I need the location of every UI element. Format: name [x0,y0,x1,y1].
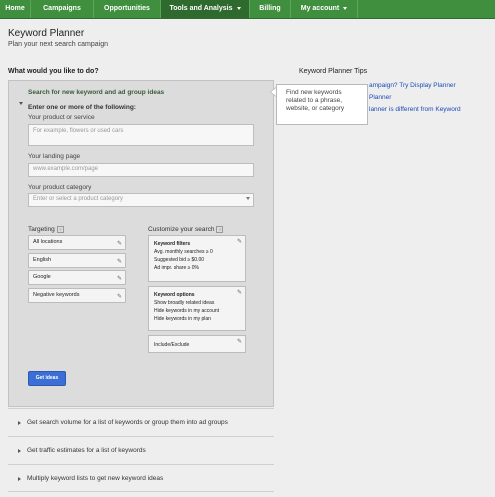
tab-label: Home [5,5,25,12]
customize-label: Customize your search? [148,226,224,234]
tab-home[interactable]: Home [0,0,30,18]
section-question: What would you like to do? [8,68,99,75]
include-exclude-box[interactable]: Include/Exclude ✎ [148,335,246,353]
filter-line: Avg. monthly searches ≥ 0 [154,249,213,255]
customize-label-text: Customize your search [148,226,215,234]
targeting-value: English [33,257,52,263]
tab-label: Tools and Analysis [169,5,233,12]
filter-line: Ad impr. share ≥ 0% [154,265,199,271]
targeting-value: Negative keywords [33,292,80,298]
tab-tools-and-analysis[interactable]: Tools and Analysis [161,0,249,18]
expand-triangle-icon [18,449,21,453]
top-nav-bar: Home Campaigns Opportunities Tools and A… [0,0,495,19]
targeting-locations[interactable]: All locations ✎ [28,235,126,250]
tab-campaigns[interactable]: Campaigns [31,0,93,18]
product-category-select[interactable]: Enter or select a product category [28,193,254,207]
tips-title: Keyword Planner Tips [299,68,368,75]
help-icon[interactable]: ? [216,226,224,233]
page-subtitle: Plan your next search campaign [8,41,108,48]
product-category-label: Your product category [28,184,92,191]
targeting-value: Google [33,274,51,280]
chevron-down-icon [343,6,348,10]
collapsed-section-multiply-lists[interactable]: Multiply keyword lists to get new keywor… [8,464,274,492]
tab-my-account[interactable]: My account [291,0,357,18]
nav-divider [357,0,358,18]
tab-label: Campaigns [43,5,81,12]
chevron-down-icon [236,6,241,10]
keyword-filters-title: Keyword filters [154,241,191,247]
targeting-label-text: Targeting [28,226,55,234]
option-line: Show broadly related ideas [154,300,215,306]
enter-prompt: Enter one or more of the following: [28,104,136,111]
tip-link-difference[interactable]: lanner is different from Keyword [369,106,461,113]
collapse-triangle-icon[interactable] [19,92,23,110]
targeting-language[interactable]: English ✎ [28,253,126,268]
pencil-icon[interactable]: ✎ [117,256,122,269]
pencil-icon[interactable]: ✎ [117,291,122,304]
keyword-options-title: Keyword options [154,292,195,298]
tab-billing[interactable]: Billing [250,0,290,18]
landing-page-input[interactable]: www.example.com/page [28,163,254,177]
include-exclude-label: Include/Exclude [154,342,190,348]
tab-label: Opportunities [104,5,150,12]
pencil-icon[interactable]: ✎ [237,238,242,246]
pencil-icon[interactable]: ✎ [117,273,122,286]
pencil-icon[interactable]: ✎ [117,238,122,251]
targeting-network[interactable]: Google ✎ [28,270,126,285]
expand-triangle-icon [18,477,21,481]
collapsed-section-label: Get search volume for a list of keywords… [27,419,228,426]
pencil-icon[interactable]: ✎ [237,338,242,346]
filter-line: Suggested bid ≥ $0.00 [154,257,205,263]
search-section-header[interactable]: Search for new keyword and ad group idea… [28,89,164,96]
targeting-value: All locations [33,239,63,245]
targeting-label: Targeting? [28,226,64,233]
option-line: Hide keywords in my plan [154,316,211,322]
tip-link-display-planner[interactable]: ampaign? Try Display Planner [369,82,456,89]
page-title: Keyword Planner [8,28,85,39]
keyword-filters-box[interactable]: Keyword filters Avg. monthly searches ≥ … [148,235,246,282]
product-label: Your product or service [28,114,95,121]
chevron-down-icon [246,197,250,200]
landing-page-label: Your landing page [28,153,81,160]
collapsed-section-label: Multiply keyword lists to get new keywor… [27,475,164,482]
keyword-options-box[interactable]: Keyword options Show broadly related ide… [148,286,246,331]
tab-label: My account [300,5,340,12]
get-ideas-button[interactable]: Get ideas [28,371,66,386]
product-input[interactable]: For example, flowers or used cars [28,124,254,146]
tooltip: Find new keywords related to a phrase, w… [276,84,368,125]
collapsed-section-label: Get traffic estimates for a list of keyw… [27,447,146,454]
collapsed-section-traffic-estimates[interactable]: Get traffic estimates for a list of keyw… [8,436,274,463]
collapsed-section-search-volume[interactable]: Get search volume for a list of keywords… [8,408,274,435]
targeting-negative-keywords[interactable]: Negative keywords ✎ [28,288,126,303]
pencil-icon[interactable]: ✎ [237,289,242,297]
tip-link-planner[interactable]: Planner [369,94,391,101]
expand-triangle-icon [18,421,21,425]
help-icon[interactable]: ? [56,226,64,233]
option-line: Hide keywords in my account [154,308,220,314]
tooltip-arrow-inner [271,88,276,96]
tab-opportunities[interactable]: Opportunities [94,0,160,18]
tab-label: Billing [259,5,281,12]
